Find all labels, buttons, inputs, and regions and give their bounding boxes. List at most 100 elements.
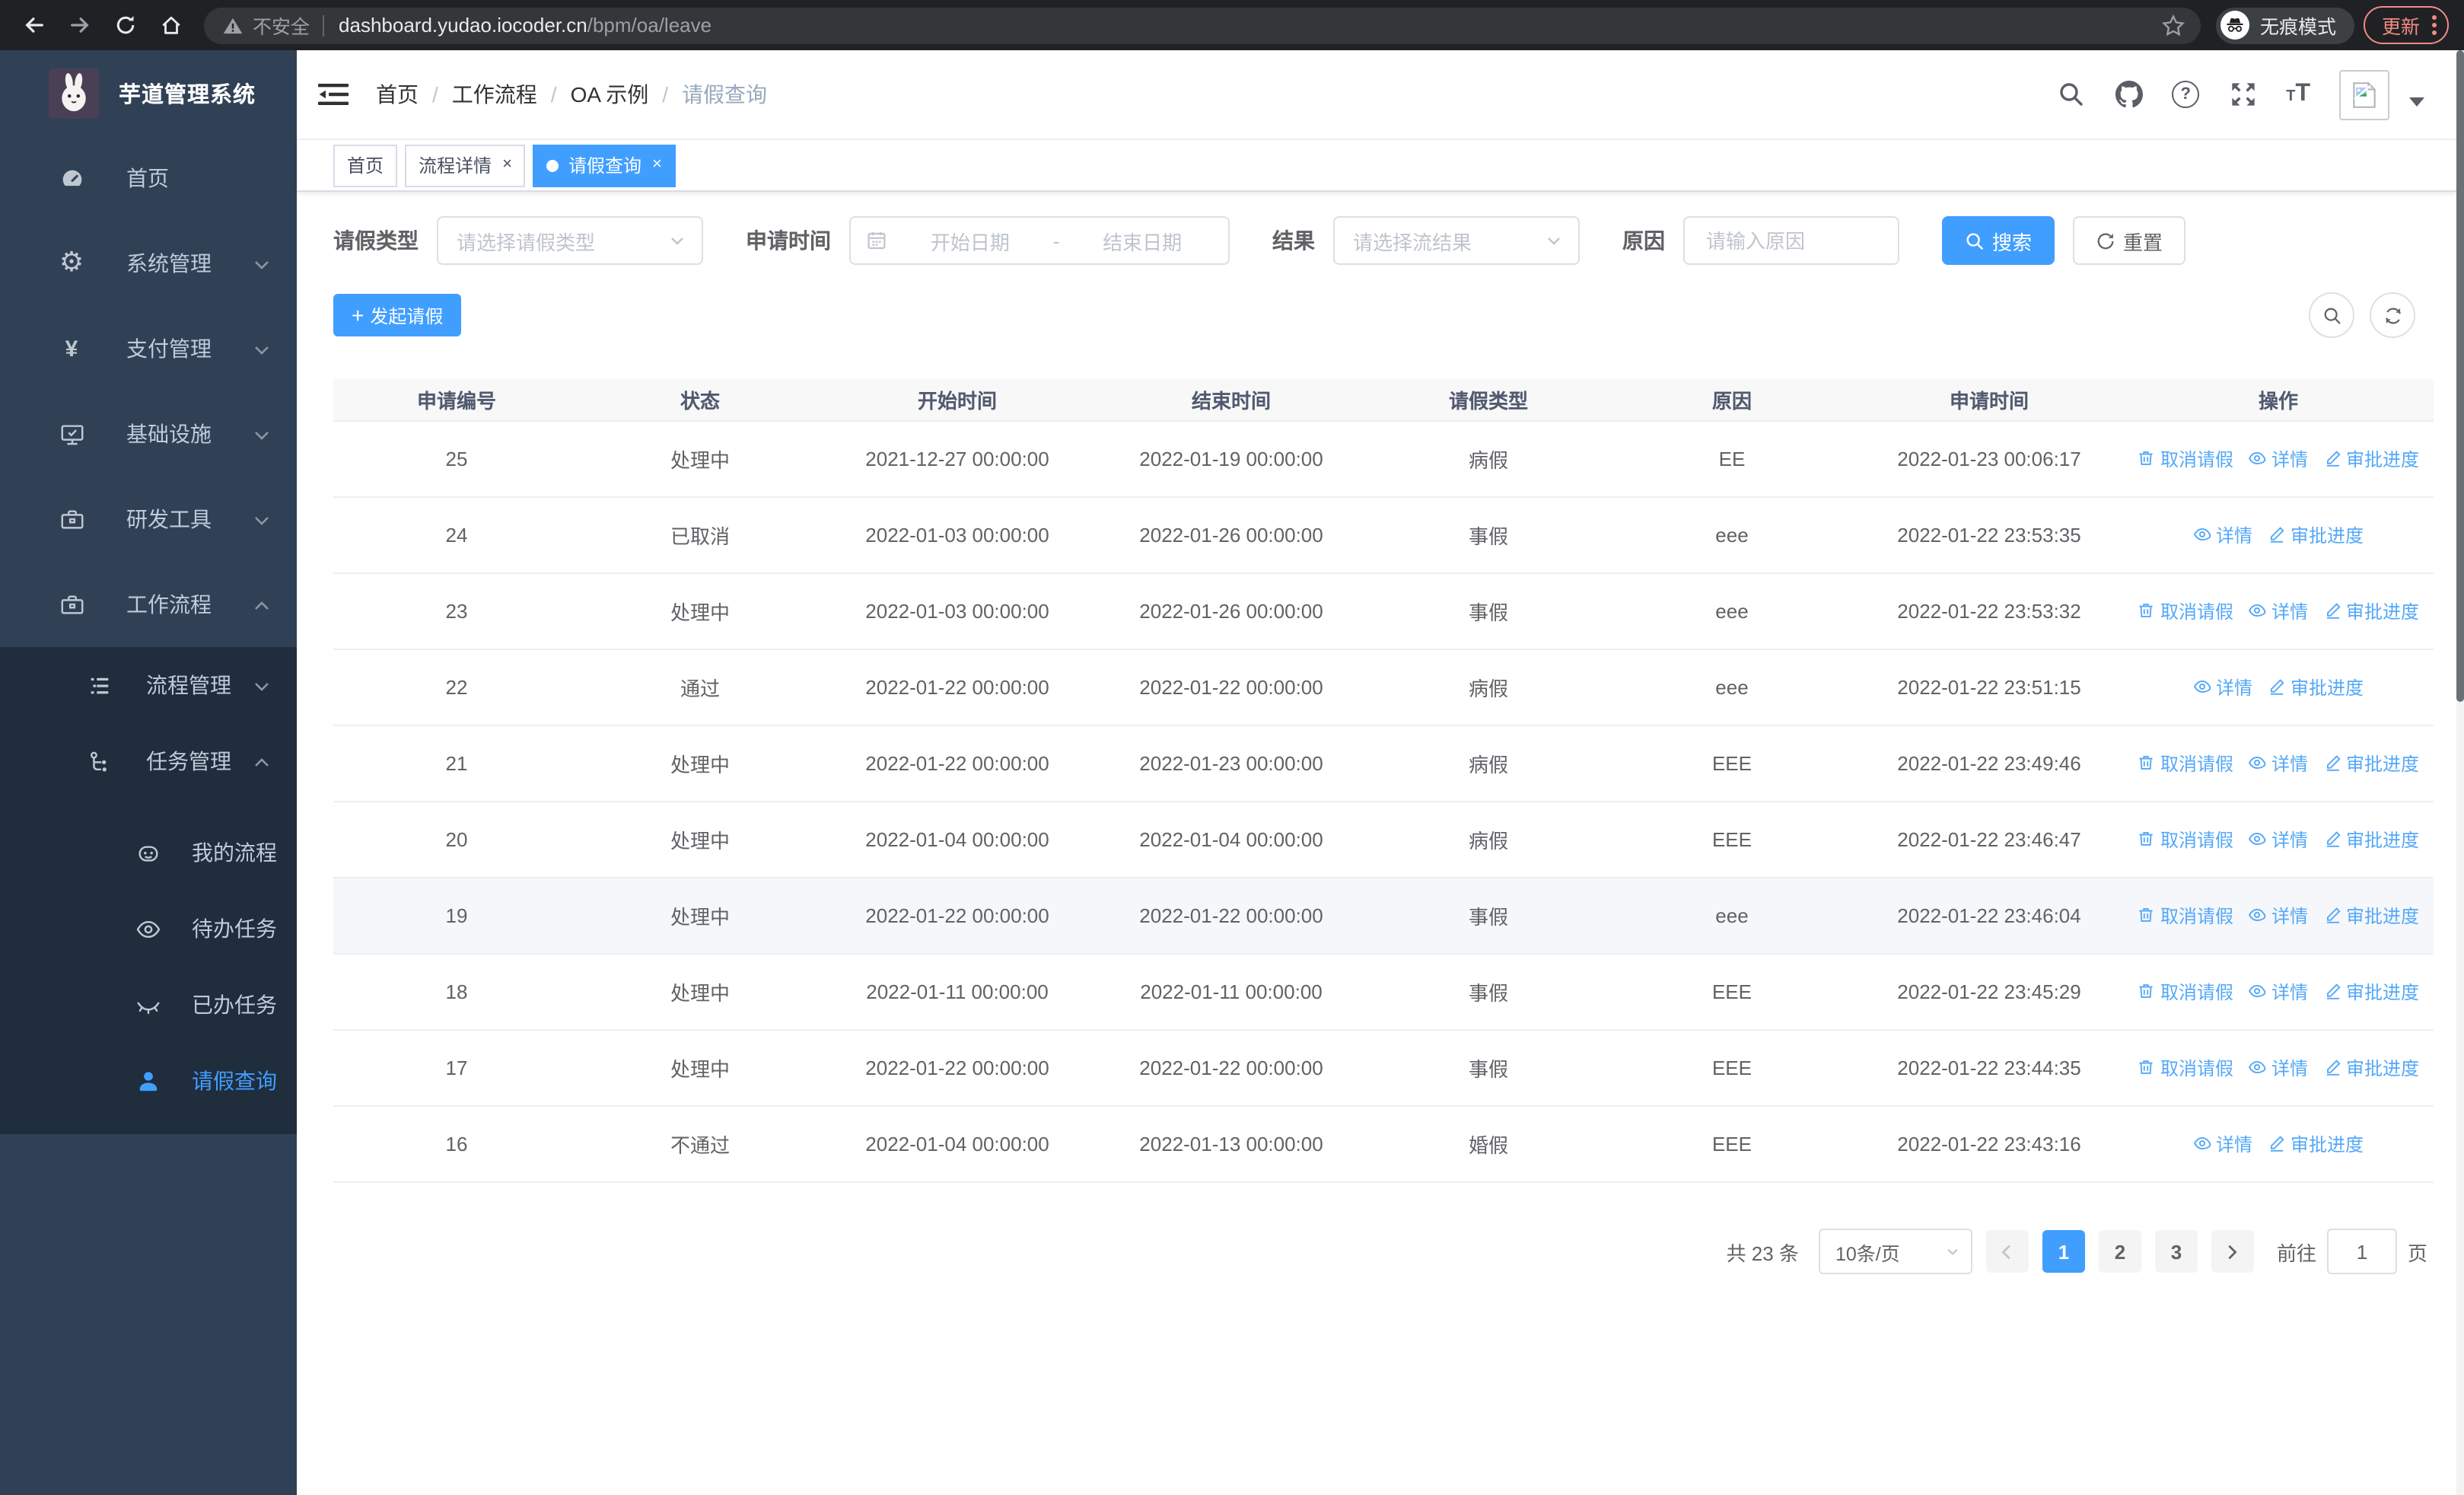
- action-detail-link[interactable]: 详情: [2249, 827, 2308, 853]
- action-progress-link[interactable]: 审批进度: [2268, 1131, 2364, 1157]
- sidebar-item-infrastructure[interactable]: 基础设施: [0, 391, 297, 477]
- page-size-select[interactable]: 10条/页: [1818, 1229, 1972, 1274]
- sidebar-collapse-icon[interactable]: [318, 82, 349, 107]
- avatar-dropdown-caret-icon[interactable]: [2409, 97, 2424, 107]
- action-cancel-link[interactable]: 取消请假: [2138, 1055, 2233, 1081]
- action-detail-link[interactable]: 详情: [2193, 522, 2252, 548]
- browser-update-button[interactable]: 更新: [2363, 6, 2449, 44]
- browser-home-icon[interactable]: [152, 7, 189, 43]
- action-detail-link[interactable]: 详情: [2193, 1131, 2252, 1157]
- tab-leave-query[interactable]: 请假查询 ×: [533, 144, 676, 186]
- action-detail-link[interactable]: 详情: [2193, 674, 2252, 700]
- action-detail-link[interactable]: 详情: [2249, 903, 2308, 929]
- action-progress-link[interactable]: 审批进度: [2323, 1055, 2419, 1081]
- next-page-button[interactable]: [2211, 1230, 2254, 1273]
- action-detail-link[interactable]: 详情: [2249, 446, 2308, 472]
- end-date-placeholder: 结束日期: [1103, 231, 1183, 253]
- sidebar-item-done-tasks[interactable]: 已办任务: [0, 967, 297, 1043]
- cell-status: 处理中: [580, 1030, 820, 1107]
- gear-icon: ⚙: [59, 247, 84, 279]
- action-progress-link[interactable]: 审批进度: [2323, 827, 2419, 853]
- sidebar-item-my-process[interactable]: 我的流程: [0, 814, 297, 891]
- action-cancel-link[interactable]: 取消请假: [2138, 598, 2233, 624]
- action-label: 取消请假: [2160, 1057, 2233, 1079]
- result-select[interactable]: 请选择流结果: [1333, 216, 1580, 265]
- bookmark-star-icon[interactable]: [2161, 13, 2185, 37]
- action-progress-link[interactable]: 审批进度: [2323, 979, 2419, 1005]
- action-progress-link[interactable]: 审批进度: [2323, 446, 2419, 472]
- sidebar-item-workflow[interactable]: 工作流程: [0, 562, 297, 647]
- scrollbar-thumb[interactable]: [2456, 50, 2464, 702]
- browser-reload-icon[interactable]: [107, 7, 143, 43]
- action-detail-link[interactable]: 详情: [2249, 979, 2308, 1005]
- page-scrollbar[interactable]: [2456, 50, 2464, 1495]
- cell-actions: 详情 审批进度: [2123, 649, 2434, 726]
- cell-actions: 取消请假 详情 审批进度: [2123, 421, 2434, 498]
- toggle-search-button[interactable]: [2309, 292, 2354, 338]
- cell-reason: eee: [1609, 497, 1855, 574]
- pagination: 共 23 条 10条/页 123 前往 页: [333, 1229, 2427, 1274]
- action-cancel-link[interactable]: 取消请假: [2138, 827, 2233, 853]
- sidebar-item-leave-query[interactable]: 请假查询: [0, 1043, 297, 1119]
- action-detail-link[interactable]: 详情: [2249, 751, 2308, 776]
- close-icon[interactable]: ×: [652, 156, 662, 174]
- reason-input[interactable]: [1703, 228, 1880, 253]
- chevron-down-icon: [1945, 1244, 1960, 1259]
- action-progress-link[interactable]: 审批进度: [2323, 751, 2419, 776]
- page-button-1[interactable]: 1: [2042, 1230, 2085, 1273]
- close-icon[interactable]: ×: [502, 156, 512, 174]
- sidebar-item-todo-tasks[interactable]: 待办任务: [0, 891, 297, 967]
- action-progress-link[interactable]: 审批进度: [2323, 598, 2419, 624]
- sidebar-item-payment[interactable]: ¥ 支付管理: [0, 306, 297, 391]
- active-tab-dot: [546, 159, 559, 171]
- sidebar-item-home[interactable]: 首页: [0, 135, 297, 221]
- help-icon[interactable]: ?: [2172, 81, 2200, 108]
- action-cancel-link[interactable]: 取消请假: [2138, 446, 2233, 472]
- action-progress-link[interactable]: 审批进度: [2268, 522, 2364, 548]
- action-detail-link[interactable]: 详情: [2249, 598, 2308, 624]
- search-icon[interactable]: [2056, 80, 2085, 109]
- flow-icon: [85, 748, 113, 775]
- action-cancel-link[interactable]: 取消请假: [2138, 751, 2233, 776]
- tab-process-detail[interactable]: 流程详情 ×: [405, 144, 526, 186]
- sidebar-menu: 首页 ⚙ 系统管理 ¥ 支付管理 基础设施 研发工具 工作流程 流程管理 任务管理 我的流程 待办任务…: [0, 135, 297, 1134]
- apply-time-range-picker[interactable]: 开始日期 - 结束日期: [849, 216, 1230, 265]
- action-progress-link[interactable]: 审批进度: [2268, 674, 2364, 700]
- search-button[interactable]: 搜索: [1942, 216, 2055, 265]
- cell-end-time: 2022-01-23 00:00:00: [1094, 725, 1368, 802]
- breadcrumb-item[interactable]: OA 示例: [571, 79, 649, 110]
- user-avatar[interactable]: [2339, 69, 2389, 120]
- action-detail-link[interactable]: 详情: [2249, 1055, 2308, 1081]
- sidebar-item-system[interactable]: ⚙ 系统管理: [0, 221, 297, 306]
- leave-type-select[interactable]: 请选择请假类型: [437, 216, 703, 265]
- url-bar[interactable]: 不安全 dashboard.yudao.iocoder.cn/bpm/oa/le…: [204, 7, 2201, 43]
- sidebar-item-task-management[interactable]: 任务管理: [0, 723, 297, 799]
- fullscreen-icon[interactable]: [2228, 80, 2257, 109]
- action-cancel-link[interactable]: 取消请假: [2138, 903, 2233, 929]
- goto-page-input[interactable]: [2326, 1229, 2397, 1274]
- robot-icon: [134, 839, 161, 866]
- action-progress-link[interactable]: 审批进度: [2323, 903, 2419, 929]
- font-size-icon[interactable]: TT: [2286, 81, 2310, 108]
- github-icon[interactable]: [2114, 80, 2143, 109]
- breadcrumb-item[interactable]: 工作流程: [452, 79, 537, 110]
- browser-forward-icon[interactable]: [61, 7, 97, 43]
- tab-home[interactable]: 首页: [333, 144, 398, 186]
- page-button-2[interactable]: 2: [2098, 1230, 2141, 1273]
- page-button-3[interactable]: 3: [2154, 1230, 2198, 1273]
- sidebar-item-dev-tools[interactable]: 研发工具: [0, 477, 297, 562]
- not-secure-warning-icon[interactable]: [222, 14, 244, 36]
- prev-page-button[interactable]: [1985, 1230, 2029, 1273]
- sidebar-subgroup-task-management: 我的流程 待办任务 已办任务 请假查询: [0, 799, 297, 1134]
- browser-back-icon[interactable]: [15, 7, 52, 43]
- breadcrumb-item[interactable]: 首页: [376, 79, 419, 110]
- create-leave-button[interactable]: + 发起请假: [333, 294, 462, 336]
- action-label: 详情: [2271, 981, 2308, 1003]
- sidebar-item-process-management[interactable]: 流程管理: [0, 647, 297, 723]
- cell-leave-type: 病假: [1368, 725, 1609, 802]
- app-logo[interactable]: 芋道管理系统: [0, 50, 297, 135]
- browser-menu-icon[interactable]: [2432, 15, 2437, 35]
- action-cancel-link[interactable]: 取消请假: [2138, 979, 2233, 1005]
- refresh-table-button[interactable]: [2370, 292, 2415, 338]
- reset-button[interactable]: 重置: [2073, 216, 2186, 265]
